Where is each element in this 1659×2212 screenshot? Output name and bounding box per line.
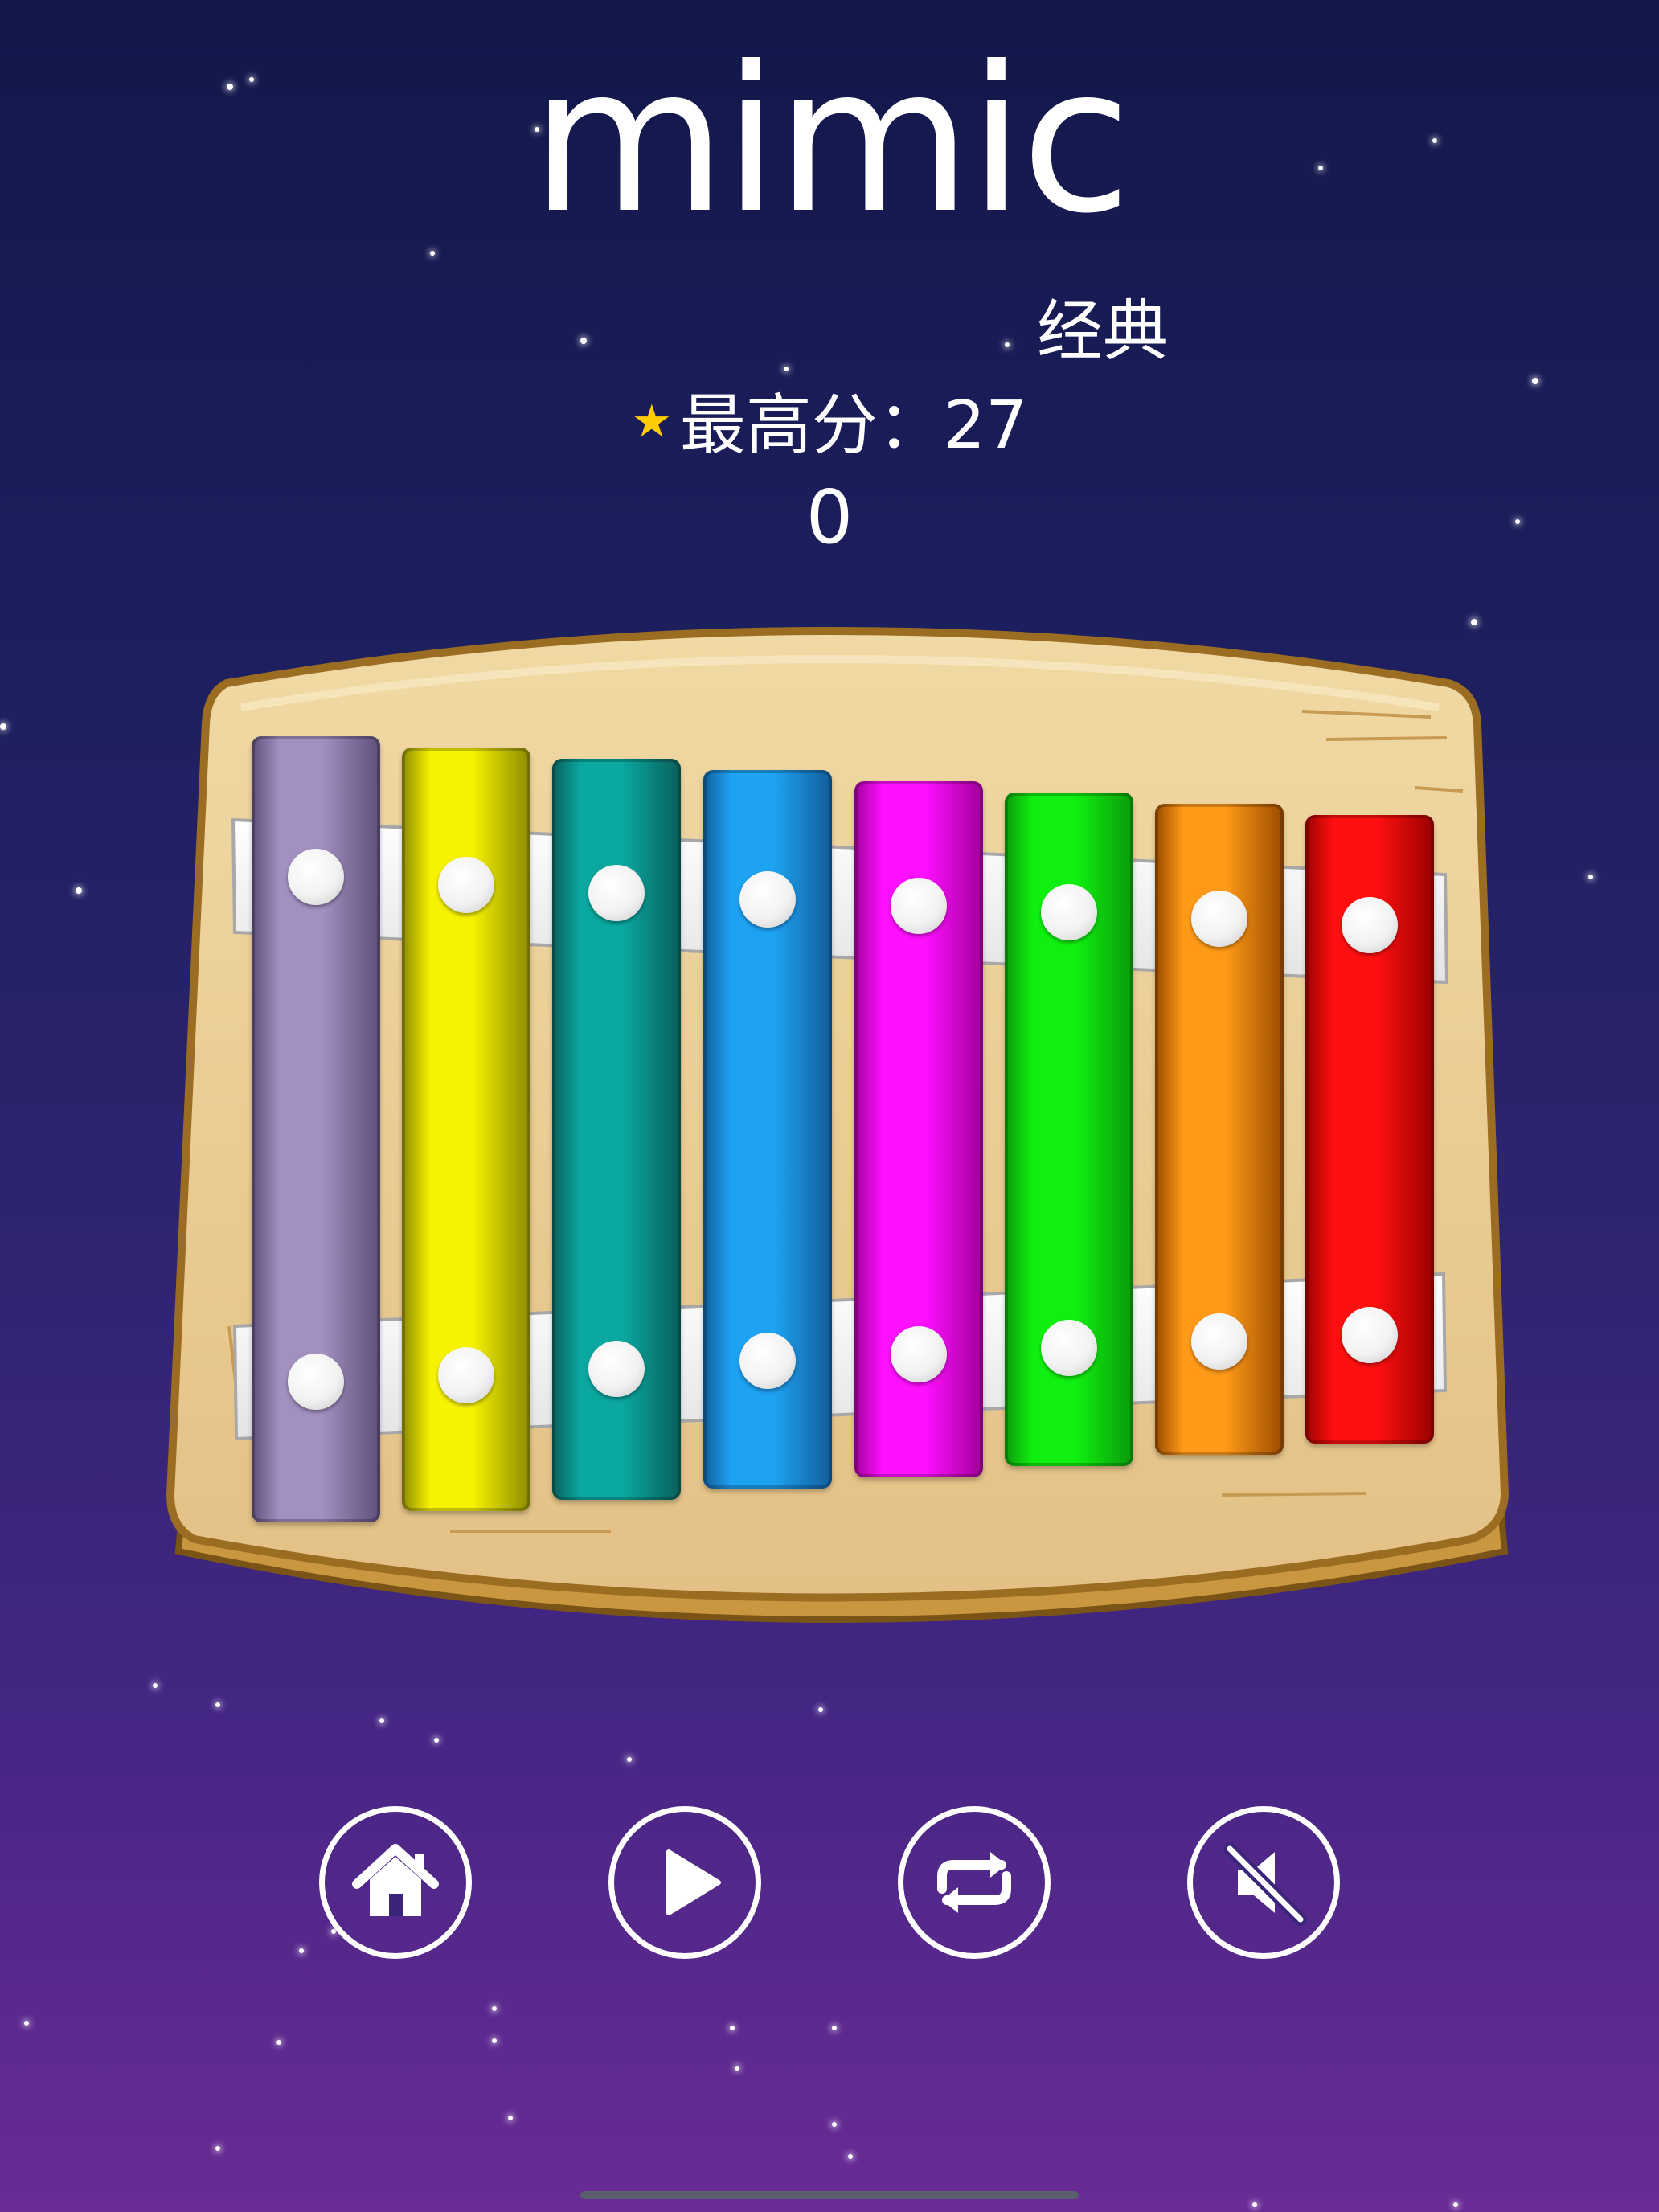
bar-rivet-bottom — [288, 1354, 344, 1410]
bar-purple[interactable] — [252, 736, 380, 1522]
bar-rivet-top — [588, 865, 645, 921]
bar-rivet-bottom — [1342, 1307, 1398, 1363]
bar-red[interactable] — [1305, 815, 1434, 1444]
bar-yellow[interactable] — [402, 748, 530, 1511]
bar-rivet-bottom — [891, 1326, 947, 1382]
bar-orange[interactable] — [1155, 804, 1284, 1455]
bar-magenta[interactable] — [854, 781, 983, 1477]
bar-blue[interactable] — [703, 770, 832, 1489]
mute-button[interactable] — [1187, 1806, 1340, 1959]
bar-rivet-top — [1191, 891, 1247, 947]
bar-rivet-top — [1342, 897, 1398, 953]
bar-rivet-top — [891, 878, 947, 934]
bar-green[interactable] — [1005, 793, 1133, 1466]
repeat-icon — [937, 1852, 1011, 1913]
bar-teal[interactable] — [552, 759, 681, 1500]
play-button[interactable] — [608, 1806, 761, 1959]
speaker-muted-icon — [1223, 1842, 1307, 1926]
bar-rivet-bottom — [739, 1333, 796, 1389]
bar-rivet-bottom — [1191, 1313, 1247, 1370]
bar-rivet-top — [438, 857, 494, 913]
bar-rivet-top — [739, 871, 796, 928]
bar-rivet-bottom — [1041, 1320, 1097, 1376]
bar-rivet-top — [1041, 884, 1097, 940]
bar-rivet-bottom — [588, 1341, 645, 1397]
bar-rivet-bottom — [438, 1347, 494, 1403]
play-icon — [666, 1849, 721, 1915]
home-button[interactable] — [319, 1806, 472, 1959]
bar-rivet-top — [288, 849, 344, 905]
home-icon — [352, 1844, 439, 1916]
repeat-button[interactable] — [898, 1806, 1051, 1959]
home-indicator[interactable] — [580, 2191, 1079, 2199]
